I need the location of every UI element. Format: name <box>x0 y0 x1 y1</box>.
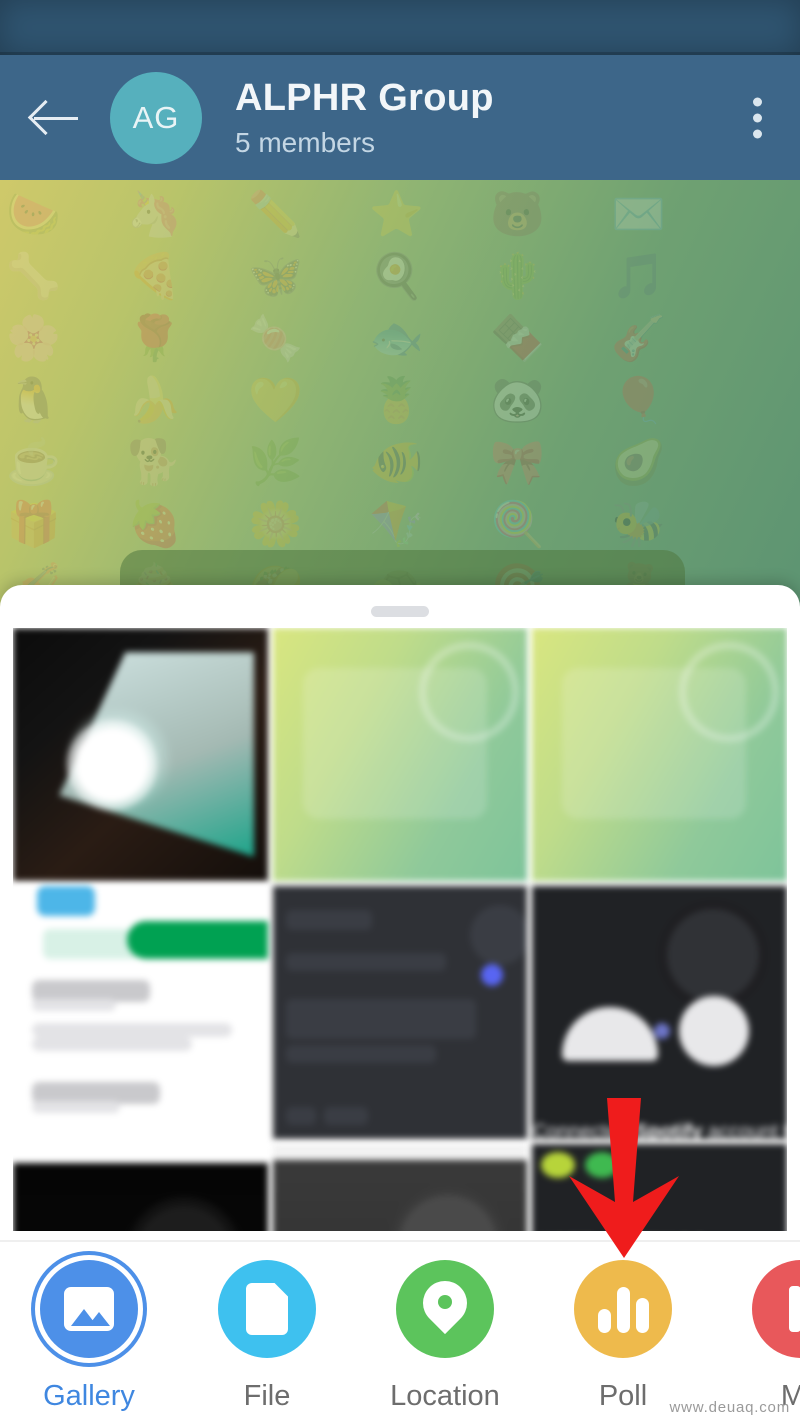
map-pin-icon <box>423 1281 467 1337</box>
thumb-bar <box>286 910 373 931</box>
member-count: 5 members <box>235 126 376 158</box>
gallery-thumbnail[interactable] <box>13 628 268 881</box>
thumbnail-caption: Connected Spotify account to Discord <box>532 1121 787 1139</box>
thumb-bar <box>32 1036 193 1051</box>
thumb-shape <box>562 1006 659 1061</box>
thumbnail-image <box>13 886 268 1139</box>
location-circle[interactable] <box>396 1260 494 1358</box>
gallery-thumbnail[interactable] <box>13 1144 268 1231</box>
music-icon <box>783 1286 800 1332</box>
caption-part: Spotify <box>634 1121 703 1139</box>
chat-header: AG ALPHR Group 5 members <box>0 55 800 180</box>
page-title: ALPHR Group <box>235 76 494 119</box>
attach-option-file[interactable]: File <box>178 1260 356 1413</box>
gallery-circle[interactable] <box>40 1260 138 1358</box>
telegram-chat-screen: AG ALPHR Group 5 members 🍉 🦄 ✏️ ⭐ 🐻 ✉️ 🦴… <box>0 0 800 1422</box>
attach-label-file: File <box>243 1380 291 1412</box>
thumb-bar <box>42 929 139 960</box>
gallery-grid: Connected Spotify account to Discord <box>13 628 787 1231</box>
thumbnail-image <box>272 886 528 1139</box>
gallery-thumbnail[interactable] <box>532 628 787 881</box>
thumb-bar <box>286 1107 317 1126</box>
thumb-accent <box>540 1152 661 1179</box>
thumb-accent <box>540 1152 575 1179</box>
thumb-accent <box>584 1152 619 1179</box>
attachment-options-row: Gallery File Location Poll <box>0 1240 800 1422</box>
sheet-drag-handle[interactable] <box>371 606 429 617</box>
thumbnail-image: Connected Spotify account to Discord <box>532 886 787 1139</box>
thumbnail-image: USER SETTINGS Se Online <box>532 1144 787 1231</box>
thumbnail-image <box>532 628 787 881</box>
attach-label-poll: Poll <box>598 1380 648 1412</box>
attach-option-music[interactable]: Mu <box>712 1260 800 1413</box>
gallery-thumbnail[interactable] <box>272 1144 528 1231</box>
gallery-thumbnail[interactable] <box>13 886 268 1139</box>
thumbnail-image <box>272 1144 528 1231</box>
gallery-thumbnail[interactable]: Connected Spotify account to Discord <box>532 886 787 1139</box>
attach-option-location[interactable]: Location <box>356 1260 534 1413</box>
thumb-bar <box>286 999 477 1040</box>
thumbnail-image <box>272 628 528 881</box>
thumb-bar <box>32 1101 121 1114</box>
gallery-thumbnail[interactable] <box>272 628 528 881</box>
attachment-bottom-sheet: Connected Spotify account to Discord <box>0 585 800 1422</box>
thumbnail-image <box>13 628 268 881</box>
music-circle[interactable] <box>752 1260 800 1358</box>
menu-dot <box>753 129 762 138</box>
back-button[interactable] <box>0 55 110 180</box>
attach-label-location: Location <box>390 1380 500 1412</box>
thumb-bar <box>324 1107 369 1126</box>
thumbnail-image <box>13 1144 268 1231</box>
bar-chart-icon <box>597 1285 649 1333</box>
thumb-accent <box>654 1023 671 1040</box>
doodle-pattern: 🍉 🦄 ✏️ ⭐ 🐻 ✉️ 🦴 🍕 🦋 🍳 🌵 🎵 🌸 🌹 🍬 🐟 🍫 🎸 🐧 … <box>6 190 688 610</box>
bar-chart-bar <box>616 1287 630 1333</box>
thumb-shape <box>679 996 749 1067</box>
menu-dot <box>753 113 762 122</box>
attach-option-poll[interactable]: Poll <box>534 1260 712 1413</box>
bar-chart-bar <box>597 1309 611 1333</box>
gallery-thumbnail[interactable] <box>272 886 528 1139</box>
thumb-accent <box>37 886 96 917</box>
file-circle[interactable] <box>218 1260 316 1358</box>
thumb-bar <box>286 953 447 972</box>
chat-background: 🍉 🦄 ✏️ ⭐ 🐻 ✉️ 🦴 🍕 🦋 🍳 🌵 🎵 🌸 🌹 🍬 🐟 🍫 🎸 🐧 … <box>0 180 800 610</box>
caption-part: Connected <box>532 1121 630 1139</box>
status-bar <box>0 0 800 55</box>
image-icon <box>64 1287 114 1331</box>
attach-label-gallery: Gallery <box>43 1380 135 1412</box>
bar-chart-bar <box>635 1298 649 1333</box>
gallery-thumbnail[interactable]: USER SETTINGS Se Online <box>532 1144 787 1231</box>
caption-part: account to <box>707 1121 787 1139</box>
document-icon <box>246 1283 288 1335</box>
thumb-ring <box>657 899 768 1010</box>
thumb-bar <box>32 1023 233 1038</box>
menu-dot <box>753 97 762 106</box>
attach-option-gallery[interactable]: Gallery <box>0 1260 178 1413</box>
back-arrow-icon <box>32 98 78 138</box>
watermark: www.deuaq.com <box>669 1399 790 1416</box>
thumb-bar <box>286 1044 437 1063</box>
overflow-menu-icon[interactable] <box>753 97 762 138</box>
thumb-bar <box>32 999 117 1012</box>
header-titles: ALPHR Group 5 members <box>235 79 494 157</box>
thumb-bar <box>199 921 268 960</box>
thumb-accent <box>480 964 503 987</box>
avatar[interactable]: AG <box>110 71 202 164</box>
thumb-shape <box>399 1195 498 1231</box>
poll-circle[interactable] <box>574 1260 672 1358</box>
thumb-avatar <box>470 904 528 965</box>
thumb-shape <box>136 1205 233 1231</box>
